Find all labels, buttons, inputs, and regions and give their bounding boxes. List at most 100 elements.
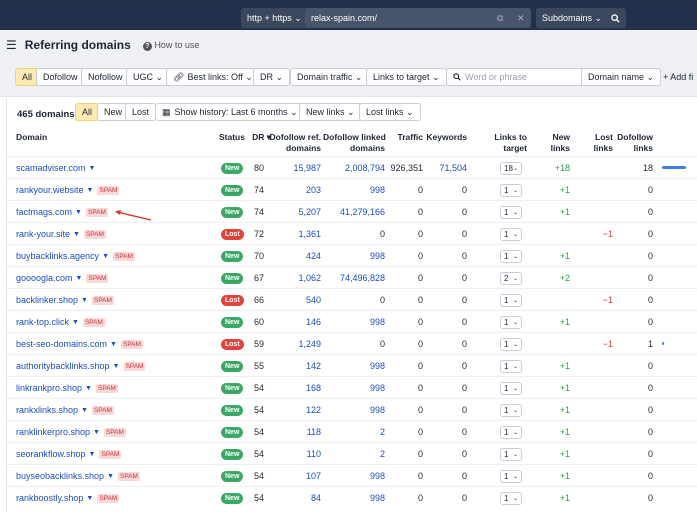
- search-input[interactable]: Word or phrase: [446, 68, 582, 86]
- chevron-down-icon[interactable]: ▼: [81, 407, 88, 414]
- keywords-cell[interactable]: 0: [425, 289, 467, 311]
- chevron-down-icon[interactable]: ▼: [93, 429, 100, 436]
- col-domain[interactable]: Domain: [16, 132, 47, 143]
- links-to-target-select[interactable]: 1 ⌄: [500, 337, 522, 351]
- keywords-cell[interactable]: 0: [425, 333, 467, 355]
- chevron-down-icon[interactable]: ▼: [75, 209, 82, 216]
- links-to-target-select[interactable]: 1 ⌄: [500, 447, 522, 461]
- dofollow-ref-cell[interactable]: 168: [269, 377, 321, 399]
- links-to-target-select[interactable]: 1 ⌄: [500, 491, 522, 505]
- chevron-down-icon[interactable]: ▼: [76, 275, 83, 282]
- dofollow-ref-cell[interactable]: 540: [269, 289, 321, 311]
- keywords-cell[interactable]: 0: [425, 465, 467, 487]
- dofollow-ref-cell[interactable]: 424: [269, 245, 321, 267]
- domain-link[interactable]: linkrankpro.shop: [16, 383, 82, 393]
- domain-link[interactable]: authoritybacklinks.shop: [16, 361, 110, 371]
- links-to-target-select[interactable]: 1 ⌄: [500, 381, 522, 395]
- domain-link[interactable]: buyseobacklinks.shop: [16, 471, 104, 481]
- chevron-down-icon[interactable]: ▼: [89, 165, 96, 172]
- dofollow-linked-cell[interactable]: 74,496,828: [323, 267, 385, 289]
- lost-links-select[interactable]: Lost links ⌄: [359, 103, 421, 121]
- dofollow-linked-cell[interactable]: 998: [323, 377, 385, 399]
- domain-link[interactable]: best-seo-domains.com: [16, 339, 107, 349]
- domain-link[interactable]: rankyour.website: [16, 185, 84, 195]
- url-input[interactable]: relax-spain.com/ ⧉ ✕: [305, 8, 531, 28]
- dofollow-ref-cell[interactable]: 1,361: [269, 223, 321, 245]
- domain-link[interactable]: rank-your.site: [16, 229, 70, 239]
- dofollow-linked-cell[interactable]: 2,008,794: [323, 157, 385, 179]
- domain-name-select[interactable]: Domain name ⌄: [581, 68, 662, 86]
- filter-links-to-target[interactable]: Links to target ⌄: [366, 68, 447, 86]
- dofollow-linked-cell[interactable]: 998: [323, 245, 385, 267]
- search-button[interactable]: [604, 8, 626, 28]
- keywords-cell[interactable]: 0: [425, 311, 467, 333]
- keywords-cell[interactable]: 0: [425, 223, 467, 245]
- dofollow-ref-cell[interactable]: 1,249: [269, 333, 321, 355]
- col-links-to-target[interactable]: Links to target: [473, 132, 527, 154]
- domain-link[interactable]: rank-top.click: [16, 317, 69, 327]
- keywords-cell[interactable]: 0: [425, 355, 467, 377]
- keywords-cell[interactable]: 0: [425, 377, 467, 399]
- filter-nofollow[interactable]: Nofollow: [81, 68, 130, 86]
- domain-link[interactable]: scamadviser.com: [16, 163, 86, 173]
- dofollow-linked-cell[interactable]: 998: [323, 465, 385, 487]
- dofollow-linked-cell[interactable]: 998: [323, 311, 385, 333]
- dofollow-linked-cell[interactable]: 998: [323, 399, 385, 421]
- tab-all[interactable]: All: [75, 103, 100, 121]
- links-to-target-select[interactable]: 1 ⌄: [500, 315, 522, 329]
- dofollow-ref-cell[interactable]: 110: [269, 443, 321, 465]
- filter-domain-traffic[interactable]: Domain traffic ⌄: [290, 68, 370, 86]
- domain-link[interactable]: ranklinkerpro.shop: [16, 427, 90, 437]
- dofollow-ref-cell[interactable]: 203: [269, 179, 321, 201]
- add-filter-button[interactable]: + Add fi: [657, 68, 697, 86]
- dofollow-ref-cell[interactable]: 107: [269, 465, 321, 487]
- clear-icon[interactable]: ✕: [517, 13, 525, 24]
- links-to-target-select[interactable]: 1 ⌄: [500, 249, 522, 263]
- col-dofollow-ref[interactable]: Dofollow ref. domains: [269, 132, 321, 154]
- menu-icon[interactable]: ☰: [6, 38, 17, 52]
- links-to-target-select[interactable]: 1 ⌄: [500, 425, 522, 439]
- chevron-down-icon[interactable]: ▼: [113, 363, 120, 370]
- keywords-cell[interactable]: 0: [425, 245, 467, 267]
- links-to-target-select[interactable]: 18 ⌄: [500, 161, 522, 175]
- chevron-down-icon[interactable]: ▼: [72, 319, 79, 326]
- chevron-down-icon[interactable]: ▼: [110, 341, 117, 348]
- keywords-cell[interactable]: 0: [425, 487, 467, 509]
- chevron-down-icon[interactable]: ▼: [102, 253, 109, 260]
- domain-link[interactable]: rankboostly.shop: [16, 493, 83, 503]
- dofollow-linked-cell[interactable]: 41,279,166: [323, 201, 385, 223]
- show-history-select[interactable]: ▦ Show history: Last 6 months ⌄: [155, 103, 305, 121]
- keywords-cell[interactable]: 0: [425, 421, 467, 443]
- dofollow-ref-cell[interactable]: 146: [269, 311, 321, 333]
- chevron-down-icon[interactable]: ▼: [81, 297, 88, 304]
- protocol-select[interactable]: http + https ⌄: [241, 8, 308, 28]
- dofollow-linked-cell[interactable]: 998: [323, 487, 385, 509]
- links-to-target-select[interactable]: 2 ⌄: [500, 271, 522, 285]
- keywords-cell[interactable]: 0: [425, 201, 467, 223]
- domain-link[interactable]: goooogla.com: [16, 273, 73, 283]
- dofollow-linked-cell[interactable]: 0: [323, 333, 385, 355]
- open-link-icon[interactable]: ⧉: [497, 13, 503, 24]
- links-to-target-select[interactable]: 1 ⌄: [500, 293, 522, 307]
- filter-best-links[interactable]: 🔗︎ Best links: Off ⌄: [166, 68, 260, 86]
- dofollow-ref-cell[interactable]: 142: [269, 355, 321, 377]
- chevron-down-icon[interactable]: ▼: [87, 187, 94, 194]
- dofollow-ref-cell[interactable]: 15,987: [269, 157, 321, 179]
- dofollow-ref-cell[interactable]: 84: [269, 487, 321, 509]
- dofollow-linked-cell[interactable]: 998: [323, 179, 385, 201]
- chevron-down-icon[interactable]: ▼: [73, 231, 80, 238]
- filter-dofollow[interactable]: Dofollow: [36, 68, 85, 86]
- domain-link[interactable]: factmags.com: [16, 207, 72, 217]
- links-to-target-select[interactable]: 1 ⌄: [500, 359, 522, 373]
- links-to-target-select[interactable]: 1 ⌄: [500, 469, 522, 483]
- filter-ugc[interactable]: UGC ⌄: [126, 68, 171, 86]
- subdomains-select[interactable]: Subdomains ⌄: [536, 8, 609, 28]
- col-dr[interactable]: DR ▾: [247, 132, 271, 143]
- chevron-down-icon[interactable]: ▼: [89, 451, 96, 458]
- dofollow-linked-cell[interactable]: 2: [323, 421, 385, 443]
- links-to-target-select[interactable]: 1 ⌄: [500, 205, 522, 219]
- chevron-down-icon[interactable]: ▼: [85, 385, 92, 392]
- col-lost-links[interactable]: Lost links: [575, 132, 613, 154]
- how-to-use-link[interactable]: ? How to use: [142, 40, 199, 51]
- links-to-target-select[interactable]: 1 ⌄: [500, 183, 522, 197]
